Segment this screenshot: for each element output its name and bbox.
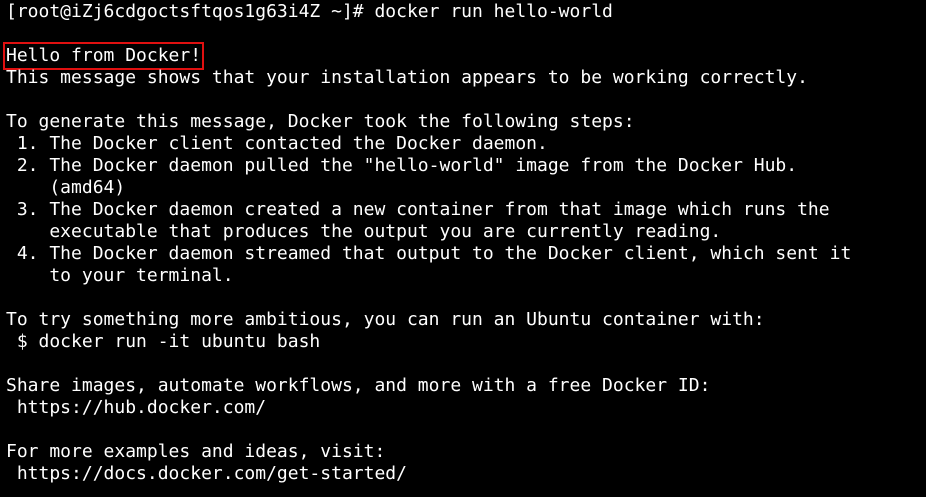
output-line: To generate this message, Docker took th… (6, 111, 635, 132)
step-line: 4. The Docker daemon streamed that outpu… (6, 243, 852, 264)
output-line: For more examples and ideas, visit: (6, 441, 386, 462)
step-line: 3. The Docker daemon created a new conta… (6, 199, 830, 220)
prompt-line: [root@iZj6cdgoctsftqos1g63i4Z ~]# docker… (6, 1, 613, 22)
step-line: to your terminal. (6, 265, 234, 286)
output-line: Share images, automate workflows, and mo… (6, 375, 711, 396)
url-line: https://docs.docker.com/get-started/ (6, 463, 407, 484)
terminal-window[interactable]: [root@iZj6cdgoctsftqos1g63i4Z ~]# docker… (0, 0, 926, 497)
url-line: https://hub.docker.com/ (6, 397, 267, 418)
step-line: 1. The Docker client contacted the Docke… (6, 133, 548, 154)
step-line: (amd64) (6, 177, 126, 198)
output-line: To try something more ambitious, you can… (6, 309, 765, 330)
hello-highlight-box: Hello from Docker! (2, 42, 205, 70)
hello-line: Hello from Docker! (2, 42, 926, 70)
step-line: 2. The Docker daemon pulled the "hello-w… (6, 155, 798, 176)
output-line: This message shows that your installatio… (6, 67, 808, 88)
command-example-line: $ docker run -it ubuntu bash (6, 331, 321, 352)
step-line: executable that produces the output you … (6, 221, 722, 242)
